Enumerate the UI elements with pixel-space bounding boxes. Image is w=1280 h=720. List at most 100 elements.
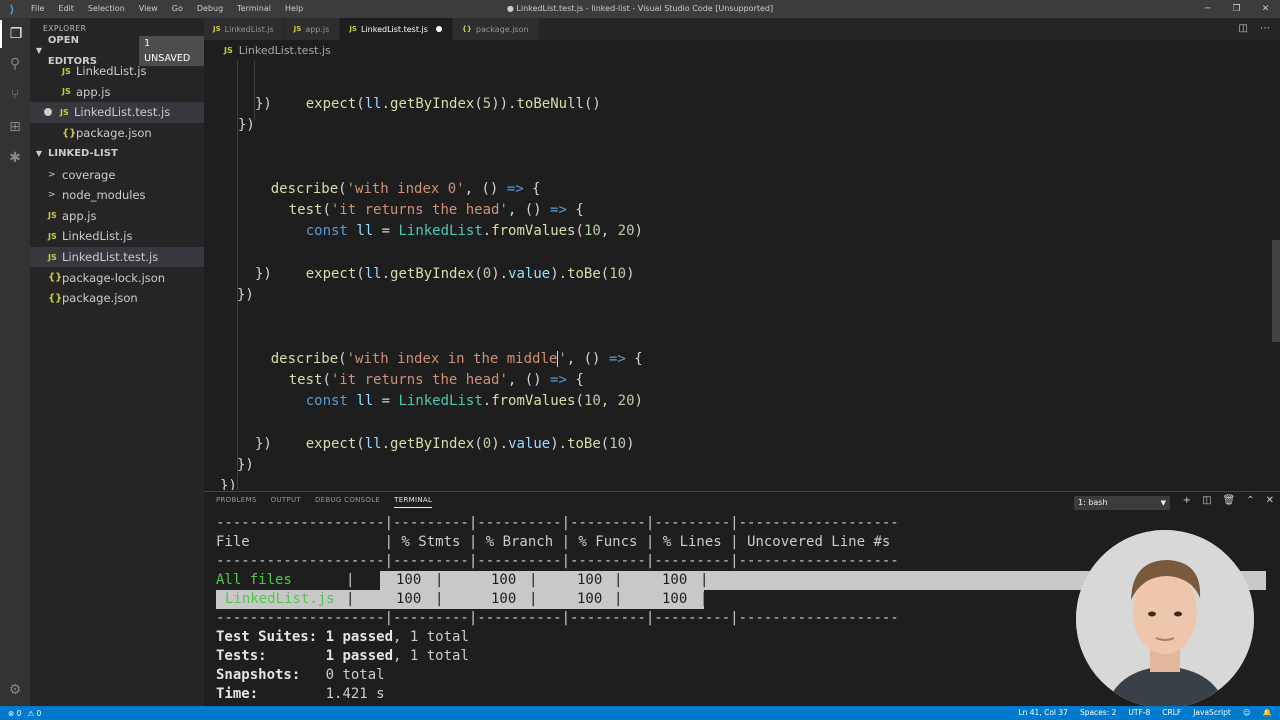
minimize-icon[interactable]: ─ bbox=[1193, 0, 1222, 18]
line-endings[interactable]: CRLF bbox=[1162, 706, 1181, 720]
menu-go[interactable]: Go bbox=[165, 0, 190, 18]
unsaved-badge: 1 UNSAVED bbox=[139, 35, 204, 66]
extensions-icon[interactable]: ⊞ bbox=[0, 113, 30, 141]
cursor-position[interactable]: Ln 41, Col 37 bbox=[1018, 706, 1067, 720]
tree-file-selected[interactable]: JS LinkedList.test.js bbox=[30, 246, 204, 268]
tree-folder[interactable]: > coverage bbox=[30, 164, 204, 185]
menu-edit[interactable]: Edit bbox=[51, 0, 81, 18]
editor-actions: ◫ ⋯ bbox=[1239, 18, 1270, 40]
tree-file[interactable]: JS LinkedList.js bbox=[30, 226, 204, 247]
more-actions-icon[interactable]: ⋯ bbox=[1260, 18, 1270, 40]
tree-file[interactable]: {} package-lock.json bbox=[30, 267, 204, 288]
code-editor[interactable]: expect(ll.getByIndex(5)).toBeNull() }) }… bbox=[204, 61, 1272, 490]
open-editor-label: app.js bbox=[76, 84, 111, 99]
tab-label: LinkedList.js bbox=[224, 24, 274, 34]
source-control-icon[interactable]: ⑂ bbox=[0, 81, 30, 109]
menu-debug[interactable]: Debug bbox=[190, 0, 230, 18]
project-header[interactable]: ▼ LINKED-LIST bbox=[30, 143, 204, 164]
json-file-icon: {} bbox=[62, 127, 77, 139]
tree-folder[interactable]: > node_modules bbox=[30, 185, 204, 206]
tree-file[interactable]: JS app.js bbox=[30, 206, 204, 227]
search-icon[interactable]: ⚲ bbox=[0, 50, 30, 78]
open-editor-label: package.json bbox=[76, 126, 152, 141]
close-icon[interactable]: ✕ bbox=[1251, 0, 1280, 18]
code-line: }) bbox=[220, 478, 237, 490]
errors-count[interactable]: ⊗ 0 bbox=[8, 709, 21, 718]
menu-help[interactable]: Help bbox=[278, 0, 310, 18]
open-editor-item-active[interactable]: JS LinkedList.test.js bbox=[30, 102, 204, 123]
code-line: expect(ll.getByIndex(5)).toBeNull() bbox=[305, 96, 601, 112]
restore-icon[interactable]: ❐ bbox=[1222, 0, 1251, 18]
debug-icon[interactable]: ✱ bbox=[0, 144, 30, 172]
tree-file[interactable]: {} package.json bbox=[30, 288, 204, 309]
code-line: }) bbox=[237, 287, 254, 303]
js-file-icon: JS bbox=[48, 211, 57, 221]
bell-icon[interactable]: 🔔 bbox=[1263, 706, 1272, 720]
js-file-icon: JS bbox=[48, 252, 57, 262]
code-line: describe('with index 0', () => { bbox=[270, 181, 541, 197]
json-file-icon: {} bbox=[461, 25, 472, 33]
files-icon[interactable]: ❐ bbox=[0, 20, 30, 48]
tab-linkedlist-js[interactable]: JS LinkedList.js bbox=[204, 18, 285, 40]
vscode-logo-icon: ⟩ bbox=[9, 2, 15, 16]
add-terminal-icon[interactable]: + bbox=[1183, 495, 1191, 506]
tab-problems[interactable]: PROBLEMS bbox=[216, 496, 257, 508]
tab-linkedlist-test-js[interactable]: JS LinkedList.test.js bbox=[340, 18, 453, 40]
panel-actions: + ◫ 🗑 ⌃ ✕ bbox=[1183, 495, 1274, 506]
maximize-panel-icon[interactable]: ⌃ bbox=[1246, 495, 1254, 506]
open-editor-item[interactable]: JS app.js bbox=[30, 82, 204, 103]
tab-label: package.json bbox=[475, 24, 529, 34]
indentation[interactable]: Spaces: 2 bbox=[1080, 706, 1116, 720]
warnings-count[interactable]: ⚠ 0 bbox=[27, 709, 41, 718]
unsaved-dot-icon[interactable] bbox=[44, 108, 52, 117]
terminal-select-value: 1: bash bbox=[1078, 498, 1108, 507]
tab-package-json[interactable]: {} package.json bbox=[452, 18, 540, 40]
trash-icon[interactable]: 🗑 bbox=[1223, 495, 1236, 506]
code-line: }) bbox=[238, 117, 255, 133]
window-controls: ─ ❐ ✕ bbox=[1193, 0, 1280, 18]
language-mode[interactable]: JavaScript bbox=[1193, 706, 1231, 720]
code-line: const ll = LinkedList.fromValues(10, 20) bbox=[305, 393, 643, 409]
menu-file[interactable]: File bbox=[24, 0, 51, 18]
tree-label: LinkedList.test.js bbox=[62, 250, 159, 265]
coverage-stmts: 100 bbox=[396, 591, 422, 607]
open-editor-item[interactable]: {} package.json bbox=[30, 123, 204, 144]
breadcrumb-file[interactable]: LinkedList.test.js bbox=[239, 44, 331, 57]
menu-view[interactable]: View bbox=[132, 0, 165, 18]
coverage-separator: --------------------|---------|---------… bbox=[216, 553, 899, 569]
feedback-icon[interactable]: ☺ bbox=[1243, 706, 1251, 720]
editor-scrollbar-thumb[interactable] bbox=[1272, 240, 1280, 342]
split-editor-icon[interactable]: ◫ bbox=[1239, 18, 1248, 40]
activity-bar: ❐ ⚲ ⑂ ⊞ ✱ ⚙ bbox=[0, 18, 30, 706]
menu-selection[interactable]: Selection bbox=[81, 0, 132, 18]
tree-label: package-lock.json bbox=[62, 270, 166, 285]
chevron-down-icon: ▼ bbox=[1160, 499, 1166, 507]
close-panel-icon[interactable]: ✕ bbox=[1266, 495, 1274, 506]
code-line: test('it returns the head', () => { bbox=[288, 372, 584, 388]
js-file-icon: JS bbox=[62, 66, 71, 76]
presenter-illustration bbox=[1076, 530, 1254, 708]
unsaved-dot-icon[interactable] bbox=[435, 26, 442, 32]
menu-bar: File Edit Selection View Go Debug Termin… bbox=[24, 0, 310, 18]
tab-debug-console[interactable]: DEBUG CONSOLE bbox=[315, 496, 380, 508]
explorer-sidebar: EXPLORER ▼ OPEN EDITORS 1 UNSAVED JS Lin… bbox=[30, 18, 204, 706]
tree-label: LinkedList.js bbox=[62, 229, 133, 244]
tab-app-js[interactable]: JS app.js bbox=[284, 18, 341, 40]
coverage-branch: 100 bbox=[491, 572, 517, 588]
code-line: expect(ll.getByIndex(0).value).toBe(10) bbox=[305, 266, 635, 282]
time-summary: Time: 1.421 s bbox=[216, 686, 385, 702]
coverage-separator: --------------------|---------|---------… bbox=[216, 515, 899, 531]
tree-label: app.js bbox=[62, 208, 97, 223]
code-line: }) bbox=[237, 457, 254, 473]
gear-icon[interactable]: ⚙ bbox=[0, 676, 30, 704]
open-editors-header[interactable]: ▼ OPEN EDITORS 1 UNSAVED bbox=[30, 35, 204, 67]
terminal-select[interactable]: 1: bash ▼ bbox=[1074, 496, 1170, 510]
menu-terminal[interactable]: Terminal bbox=[230, 0, 278, 18]
coverage-file-name: All files bbox=[216, 572, 292, 588]
encoding[interactable]: UTF-8 bbox=[1128, 706, 1150, 720]
tab-terminal[interactable]: TERMINAL bbox=[394, 496, 433, 508]
split-terminal-icon[interactable]: ◫ bbox=[1202, 495, 1211, 506]
tab-output[interactable]: OUTPUT bbox=[271, 496, 301, 508]
coverage-funcs: 100 bbox=[577, 572, 603, 588]
js-file-icon: JS bbox=[48, 231, 57, 241]
